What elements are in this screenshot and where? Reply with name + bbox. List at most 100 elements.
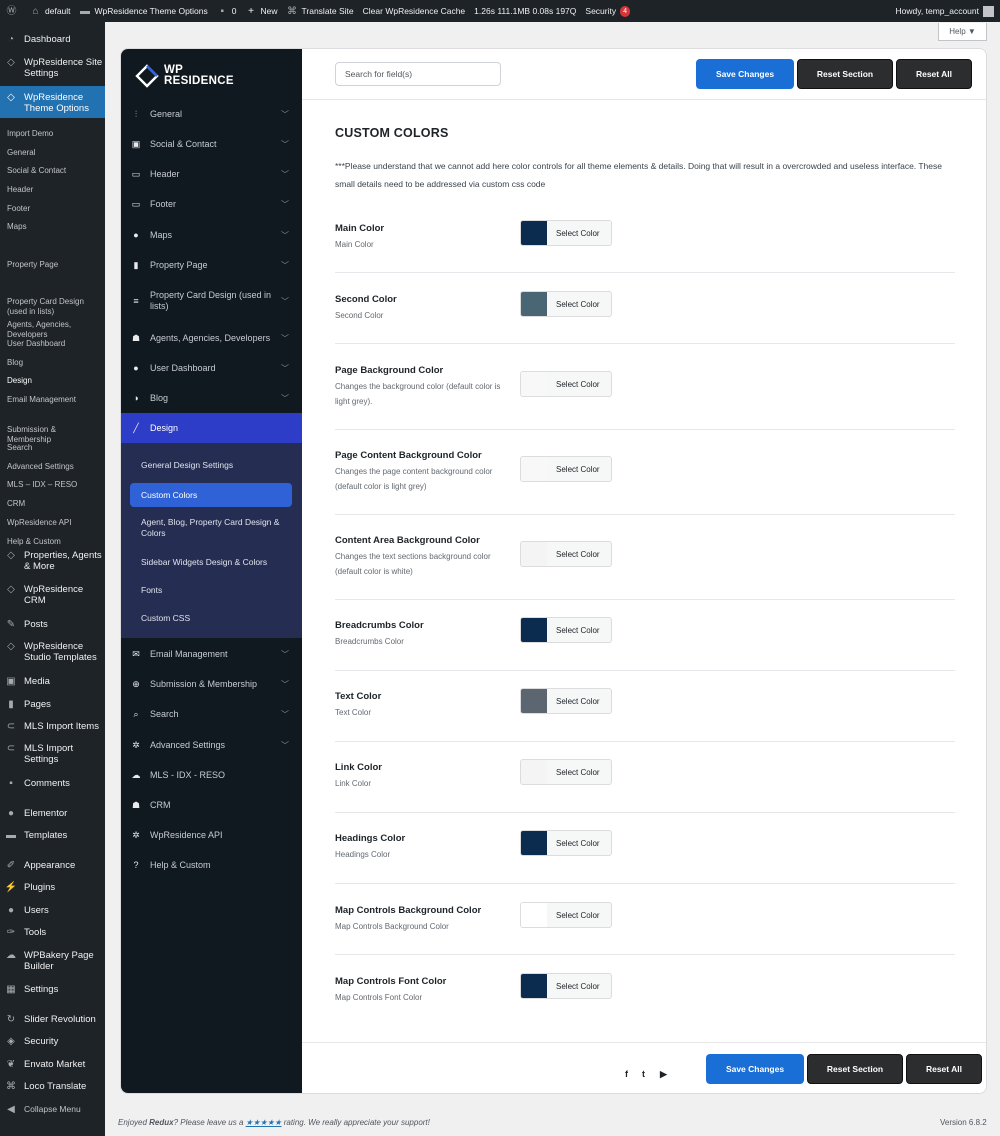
footer-reset-section-button[interactable]: Reset Section bbox=[807, 1054, 903, 1084]
section-maps[interactable]: ● Maps ﹀ bbox=[121, 222, 302, 248]
subsection-fonts[interactable]: Fonts bbox=[141, 585, 291, 596]
color-swatch[interactable] bbox=[521, 689, 547, 713]
reset-all-button[interactable]: Reset All bbox=[896, 59, 972, 89]
menu-site-settings[interactable]: ◇ WpResidence Site Settings bbox=[0, 57, 105, 79]
color-picker[interactable]: Select Color bbox=[520, 291, 612, 317]
submenu-crm[interactable]: CRM bbox=[7, 499, 102, 509]
translate-site-link[interactable]: ⌘ Translate Site bbox=[287, 6, 354, 17]
menu-posts[interactable]: ✎ Posts bbox=[0, 619, 105, 630]
color-picker[interactable]: Select Color bbox=[520, 759, 612, 785]
help-tab-button[interactable]: Help ▼ bbox=[938, 23, 987, 41]
menu-security[interactable]: ◈ Security bbox=[0, 1036, 105, 1047]
color-swatch[interactable] bbox=[521, 221, 547, 245]
submenu-search[interactable]: Search bbox=[7, 443, 102, 453]
submenu-submission-membership[interactable]: Submission & Membership bbox=[7, 425, 102, 445]
subsection-agent-blog-property-card-design-colors[interactable]: Agent, Blog, Property Card Design & Colo… bbox=[141, 517, 291, 539]
submenu-advanced-settings[interactable]: Advanced Settings bbox=[7, 462, 102, 472]
section-advanced-settings[interactable]: ✲ Advanced Settings ﹀ bbox=[121, 732, 302, 758]
menu-slider-revolution[interactable]: ↻ Slider Revolution bbox=[0, 1014, 105, 1025]
wordpress-logo[interactable]: Ⓦ bbox=[6, 6, 21, 17]
query-stats[interactable]: 1.26s 111.1MB 0.08s 197Q bbox=[474, 6, 576, 16]
submenu-property-card-design-used-in-lists[interactable]: Property Card Design (used in lists) bbox=[7, 297, 102, 317]
section-general[interactable]: ⫶ General ﹀ bbox=[121, 101, 302, 127]
reset-section-button[interactable]: Reset Section bbox=[797, 59, 893, 89]
submenu-import-demo[interactable]: Import Demo bbox=[7, 129, 102, 139]
menu-theme-options[interactable]: ◇ WpResidence Theme Options bbox=[0, 86, 105, 118]
menu-wpbakery[interactable]: ☁ WPBakery Page Builder bbox=[0, 950, 105, 972]
menu-crm[interactable]: ◇ WpResidence CRM bbox=[0, 584, 105, 606]
color-picker[interactable]: Select Color bbox=[520, 371, 612, 397]
submenu-blog[interactable]: Blog bbox=[7, 358, 102, 368]
collapse-menu-button[interactable]: ◀ Collapse Menu bbox=[0, 1104, 105, 1115]
submenu-agents-agencies-developers[interactable]: Agents, Agencies, Developers bbox=[7, 320, 102, 340]
new-content-link[interactable]: + New bbox=[246, 6, 277, 17]
menu-envato[interactable]: ❦ Envato Market bbox=[0, 1059, 105, 1070]
color-picker[interactable]: Select Color bbox=[520, 456, 612, 482]
security-link[interactable]: Security 4 bbox=[585, 5, 631, 17]
submenu-header[interactable]: Header bbox=[7, 185, 102, 195]
color-picker[interactable]: Select Color bbox=[520, 973, 612, 999]
section-user-dashboard[interactable]: ● User Dashboard ﹀ bbox=[121, 355, 302, 381]
section-agents-agencies-developers[interactable]: ☗ Agents, Agencies, Developers ﹀ bbox=[121, 325, 302, 351]
color-swatch[interactable] bbox=[521, 903, 547, 927]
site-name-link[interactable]: ⌂ default bbox=[30, 6, 70, 17]
clear-cache-link[interactable]: Clear WpResidence Cache bbox=[363, 6, 466, 16]
submenu-design[interactable]: Design bbox=[7, 376, 102, 386]
section-header[interactable]: ▭ Header ﹀ bbox=[121, 161, 302, 187]
subsection-custom-css[interactable]: Custom CSS bbox=[141, 613, 291, 624]
footer-save-changes-button[interactable]: Save Changes bbox=[706, 1054, 804, 1084]
color-swatch[interactable] bbox=[521, 618, 547, 642]
menu-tools[interactable]: ✑ Tools bbox=[0, 927, 105, 938]
comments-link[interactable]: ▪ 0 bbox=[217, 6, 236, 17]
color-picker[interactable]: Select Color bbox=[520, 830, 612, 856]
submenu-general[interactable]: General bbox=[7, 148, 102, 158]
section-wpresidence-api[interactable]: ✲ WpResidence API bbox=[121, 822, 302, 848]
menu-loco[interactable]: ⌘ Loco Translate bbox=[0, 1081, 105, 1092]
menu-properties[interactable]: ◇ Properties, Agents & More bbox=[0, 550, 105, 572]
color-picker[interactable]: Select Color bbox=[520, 902, 612, 928]
color-swatch[interactable] bbox=[521, 760, 547, 784]
color-picker[interactable]: Select Color bbox=[520, 617, 612, 643]
section-social-contact[interactable]: ▣ Social & Contact ﹀ bbox=[121, 131, 302, 157]
facebook-icon[interactable]: f bbox=[625, 1069, 628, 1079]
save-changes-button[interactable]: Save Changes bbox=[696, 59, 794, 89]
menu-pages[interactable]: ▮ Pages bbox=[0, 699, 105, 710]
section-property-page[interactable]: ▮ Property Page ﹀ bbox=[121, 252, 302, 278]
section-blog[interactable]: ◑ Blog ﹀ bbox=[121, 385, 302, 411]
section-email-management[interactable]: ✉ Email Management ﹀ bbox=[121, 641, 302, 667]
menu-users[interactable]: ● Users bbox=[0, 905, 105, 916]
menu-elementor[interactable]: ● Elementor bbox=[0, 808, 105, 819]
menu-templates[interactable]: ▬ Templates bbox=[0, 830, 105, 841]
color-swatch[interactable] bbox=[521, 542, 547, 566]
menu-appearance[interactable]: ✐ Appearance bbox=[0, 860, 105, 871]
section-crm[interactable]: ☗ CRM bbox=[121, 792, 302, 818]
color-swatch[interactable] bbox=[521, 457, 547, 481]
menu-dashboard[interactable]: ◔ Dashboard bbox=[0, 34, 105, 45]
section-submission-membership[interactable]: ⊕ Submission & Membership ﹀ bbox=[121, 671, 302, 697]
rating-link[interactable]: ★★★★★ bbox=[246, 1118, 282, 1127]
submenu-footer[interactable]: Footer bbox=[7, 204, 102, 214]
submenu-property-page[interactable]: Property Page bbox=[7, 260, 102, 270]
color-swatch[interactable] bbox=[521, 831, 547, 855]
submenu-wpresidence-api[interactable]: WpResidence API bbox=[7, 518, 102, 528]
menu-studio-templates[interactable]: ◇ WpResidence Studio Templates bbox=[0, 641, 105, 663]
field-search-input[interactable]: Search for field(s) bbox=[335, 62, 501, 86]
section-help-custom[interactable]: ? Help & Custom bbox=[121, 852, 302, 878]
submenu-user-dashboard[interactable]: User Dashboard bbox=[7, 339, 102, 349]
submenu-help-custom[interactable]: Help & Custom bbox=[7, 537, 102, 547]
youtube-icon[interactable]: ▶ bbox=[660, 1069, 667, 1080]
color-swatch[interactable] bbox=[521, 292, 547, 316]
footer-reset-all-button[interactable]: Reset All bbox=[906, 1054, 982, 1084]
submenu-social-contact[interactable]: Social & Contact bbox=[7, 166, 102, 176]
menu-media[interactable]: ▣ Media bbox=[0, 676, 105, 687]
subsection-general-design-settings[interactable]: General Design Settings bbox=[141, 460, 291, 471]
section-design[interactable]: ╱ Design bbox=[121, 413, 302, 443]
menu-plugins[interactable]: ⚡ Plugins bbox=[0, 882, 105, 893]
section-search[interactable]: ⌕ Search ﹀ bbox=[121, 701, 302, 727]
menu-comments[interactable]: ▪ Comments bbox=[0, 778, 105, 789]
submenu-email-management[interactable]: Email Management bbox=[7, 395, 102, 405]
account-menu[interactable]: Howdy, temp_account bbox=[896, 5, 994, 17]
section-footer[interactable]: ▭ Footer ﹀ bbox=[121, 191, 302, 217]
twitter-icon[interactable]: t bbox=[642, 1069, 645, 1079]
color-picker[interactable]: Select Color bbox=[520, 541, 612, 567]
